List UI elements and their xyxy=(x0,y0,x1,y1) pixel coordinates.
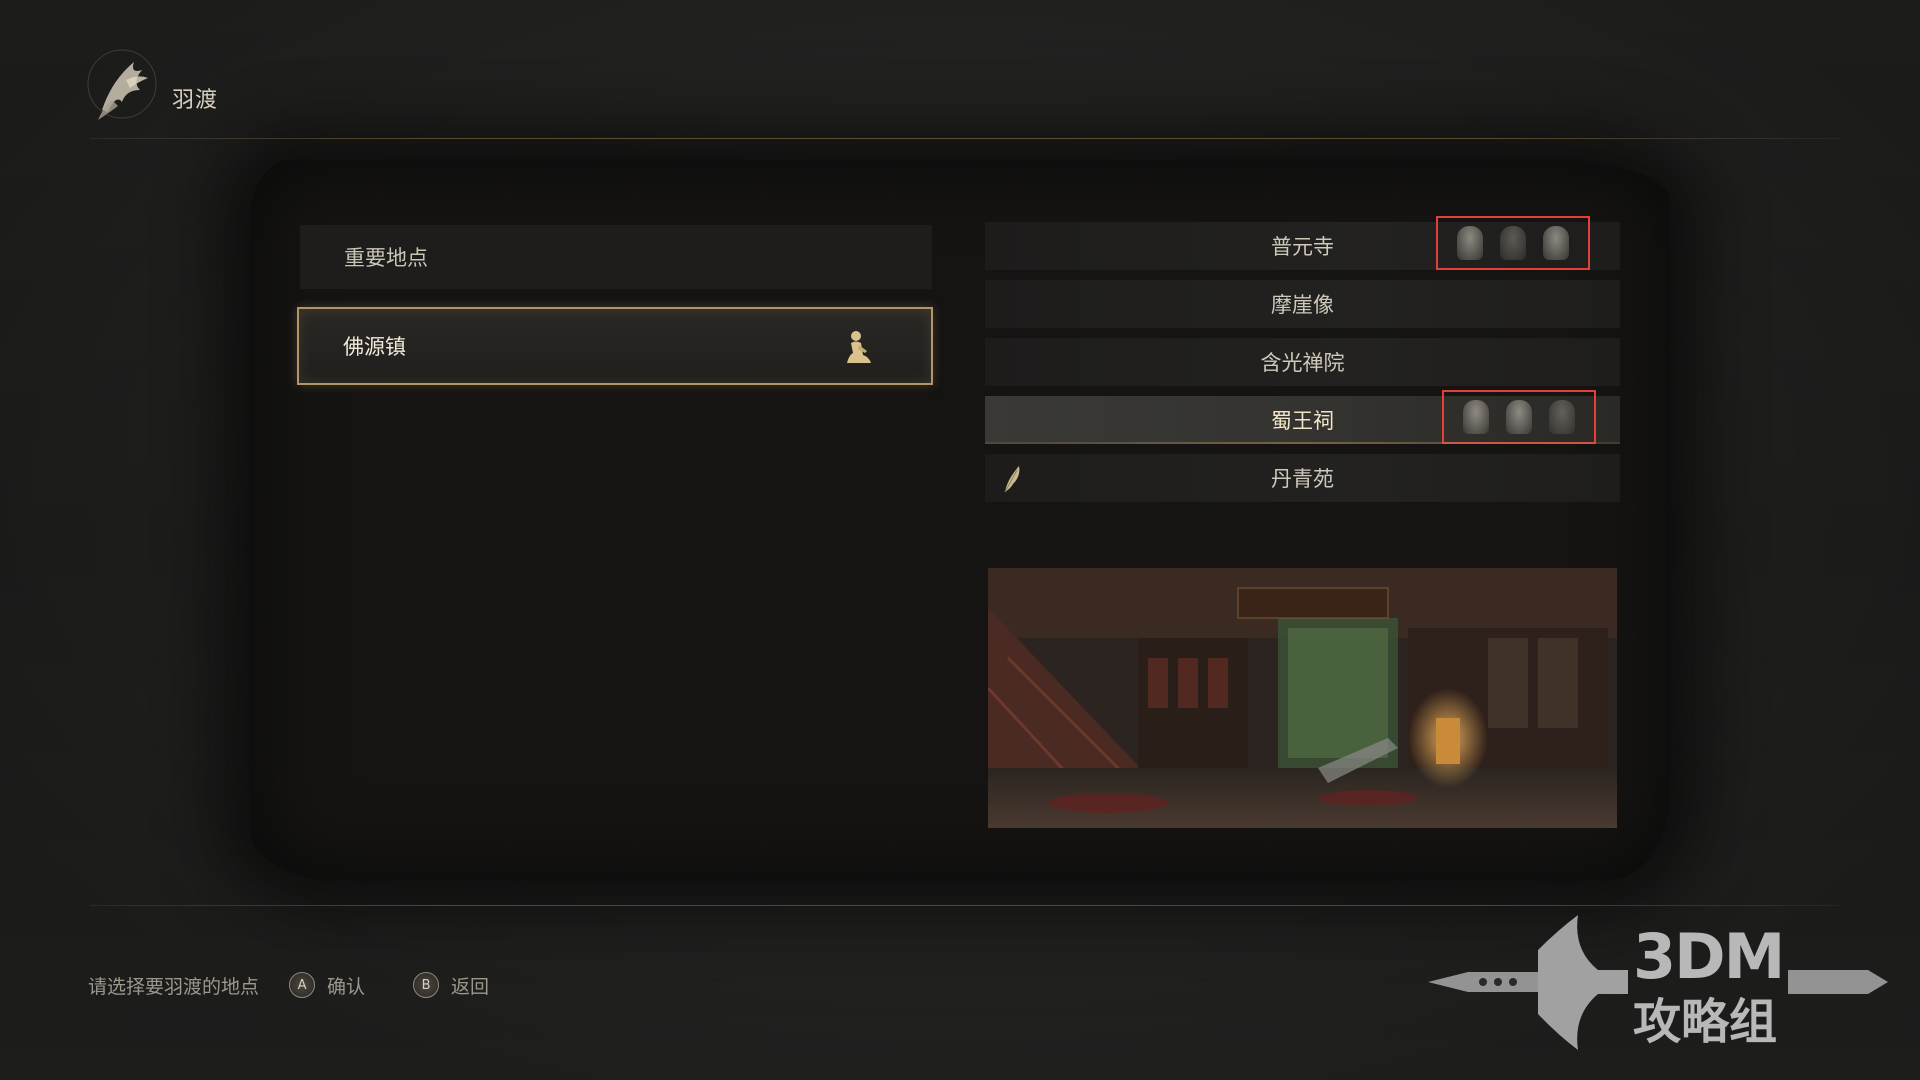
watermark-line2: 攻略组 xyxy=(1633,994,1778,1050)
npc-portrait xyxy=(1462,400,1489,434)
npc-portrait xyxy=(1499,226,1526,260)
phoenix-emblem-icon xyxy=(87,49,157,120)
location-item-cliff-statue[interactable]: 摩崖像 xyxy=(985,280,1620,328)
npc-portrait xyxy=(1549,400,1576,434)
region-item-foyuan-town[interactable]: 佛源镇 xyxy=(297,307,933,385)
npc-portrait xyxy=(1543,226,1570,260)
header: 羽渡 xyxy=(0,0,1920,140)
region-item-label: 重要地点 xyxy=(344,246,428,270)
preview-scene xyxy=(988,568,1617,828)
feather-icon xyxy=(1004,466,1020,493)
confirm-button[interactable]: A 确认 xyxy=(289,972,365,999)
confirm-label: 确认 xyxy=(327,975,366,998)
region-list: 重要地点 佛源镇 xyxy=(297,225,933,407)
location-item-label: 蜀王祠 xyxy=(1271,409,1334,433)
location-item-puyuan-temple[interactable]: 普元寺 xyxy=(985,216,1620,270)
location-list: 普元寺 摩崖像 含光禅院 蜀王祠 丹青苑 xyxy=(985,216,1620,512)
back-button[interactable]: B 返回 xyxy=(413,972,489,999)
region-item-label: 佛源镇 xyxy=(343,335,406,359)
location-item-label: 摩崖像 xyxy=(1271,293,1334,317)
footer-hints: 请选择要羽渡的地点 A 确认 B 返回 xyxy=(88,970,537,1000)
location-item-danqing-garden[interactable]: 丹青苑 xyxy=(985,454,1620,502)
location-item-label: 含光禅院 xyxy=(1260,351,1345,375)
location-item-label: 普元寺 xyxy=(1271,235,1334,259)
region-item-important-locations[interactable]: 重要地点 xyxy=(300,225,932,289)
kneeling-figure-icon xyxy=(847,331,871,363)
page-title: 羽渡 xyxy=(172,88,219,113)
location-item-label: 丹青苑 xyxy=(1271,467,1334,491)
b-button-icon: B xyxy=(413,972,440,998)
watermark: 3DM 攻略组 xyxy=(1428,910,1888,1060)
instruction-text: 请选择要羽渡的地点 xyxy=(88,975,260,998)
header-divider xyxy=(90,138,1840,139)
a-button-icon: A xyxy=(289,972,316,998)
npc-portraits-annotation xyxy=(1442,390,1596,444)
npc-portrait xyxy=(1456,226,1483,260)
location-preview-image xyxy=(988,568,1617,828)
footer-divider xyxy=(90,905,1840,906)
back-label: 返回 xyxy=(451,975,490,998)
location-item-shu-king-shrine[interactable]: 蜀王祠 xyxy=(985,390,1620,444)
location-item-hanguang-monastery[interactable]: 含光禅院 xyxy=(985,338,1620,386)
npc-portrait xyxy=(1505,400,1532,434)
npc-portraits-annotation xyxy=(1436,216,1590,270)
